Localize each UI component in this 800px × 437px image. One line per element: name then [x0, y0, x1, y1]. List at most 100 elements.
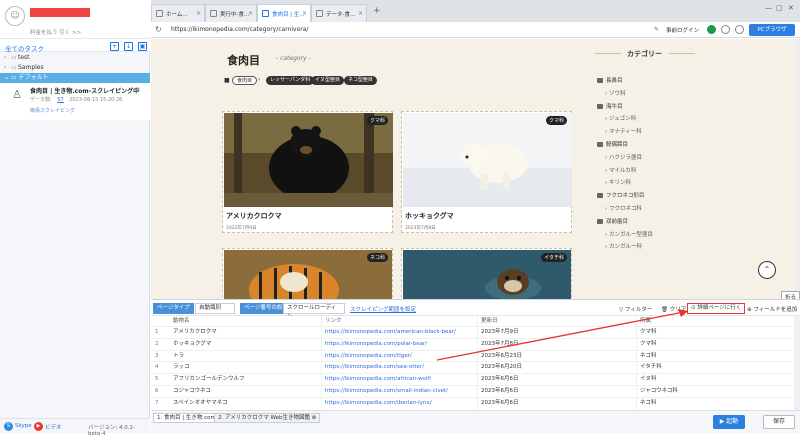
url-input[interactable]: https://ikimonopedia.com/category/carniv… — [171, 26, 308, 33]
category-item[interactable]: 双前歯目 — [597, 217, 628, 227]
polar-bear-image — [403, 113, 572, 207]
page-icon — [316, 10, 323, 17]
category-item[interactable]: 鯨偶蹄目 — [597, 140, 628, 150]
tree-item-samples[interactable]: › ▭Samples — [0, 62, 150, 73]
tree-item-default[interactable]: ⌄ ▭ デフォルト — [0, 73, 150, 83]
address-bar: ↻ https://ikimonopedia.com/category/carn… — [151, 22, 800, 38]
settings-icon[interactable] — [721, 25, 730, 34]
fold-button[interactable]: 折る — [781, 291, 800, 299]
status-icon[interactable] — [707, 25, 716, 34]
task-mode: 簡易スクレイピング — [30, 108, 76, 114]
breadcrumb-lesser-panda[interactable]: レッサーパンダ科 — [266, 76, 315, 85]
minimize-icon[interactable]: — — [765, 4, 772, 12]
start-button[interactable]: ▶ 起動 — [713, 415, 745, 429]
table-row[interactable]: 6 コジャコウネコ https://ikimonopedia.com/small-i… — [151, 385, 800, 396]
cell-link: https://ikimonopedia.com/polar-bear/ — [325, 340, 428, 347]
cell-name: スペインオオヤマネコ — [173, 399, 228, 406]
scrape-range-link[interactable]: スクレイピング範囲を設定 — [350, 305, 416, 313]
folder-icon — [597, 103, 603, 109]
close-window-icon[interactable]: ✕ — [788, 4, 794, 12]
refresh-icon[interactable]: ↻ — [155, 25, 162, 34]
breadcrumb-carnivora[interactable]: 食肉目 — [232, 76, 258, 85]
tab-carnivora[interactable]: 食肉目 | 生... × — [257, 4, 311, 22]
maximize-icon[interactable]: ▢ — [776, 4, 783, 12]
close-icon[interactable]: × — [196, 10, 201, 17]
new-tab-icon[interactable]: + — [373, 6, 381, 16]
category-item[interactable]: 海牛目 — [597, 102, 623, 112]
cell-n: 7 — [155, 399, 159, 406]
close-icon[interactable]: × — [302, 10, 307, 17]
page-tab-2[interactable]: 2. アメリカクロクマ Web生き物図鑑 ⊗ — [214, 413, 321, 423]
category-sub-item[interactable]: › ゾウ科 — [605, 89, 625, 99]
task-card[interactable]: ♙ 食肉目 | 生き物.com-スクレイピング中 × データ数: 57 2023… — [0, 83, 150, 120]
breadcrumb-caniformia[interactable]: イヌ型亜目 — [311, 76, 345, 85]
avatar[interactable]: ☺ — [5, 6, 25, 26]
page-icon — [210, 10, 217, 17]
scroll-to-top-icon[interactable]: ⌃ — [758, 261, 776, 279]
article-card[interactable]: ネコ科 — [222, 248, 393, 299]
article-date: 2023年7月8日 — [405, 226, 436, 231]
category-tag[interactable]: クマ科 — [366, 116, 388, 125]
black-bear-image — [224, 113, 393, 207]
save-button[interactable]: 保存 — [763, 415, 795, 429]
category-tag[interactable]: クマ科 — [545, 116, 567, 125]
article-title[interactable]: ホッキョクグマ — [405, 211, 454, 221]
page-tab-1[interactable]: 1. 食肉目 | 生き物.com — [153, 413, 220, 423]
close-icon[interactable]: × — [358, 10, 363, 17]
close-icon[interactable]: × — [248, 10, 253, 17]
category-sub-item[interactable]: › キリン科 — [605, 178, 631, 188]
table-row[interactable]: 7 スペインオオヤマネコ https://ikimonopedia.com/iber… — [151, 396, 800, 408]
skype-icon[interactable]: S — [4, 422, 13, 431]
page-tabs-bar: 1. 食肉目 | 生き物.com 2. アメリカクロクマ Web生き物図鑑 ⊗ … — [151, 410, 800, 433]
article-title[interactable]: アメリカクロクマ — [226, 211, 282, 221]
cell-n: 2 — [155, 340, 159, 347]
breadcrumb-feliformia[interactable]: ネコ型亜目 — [344, 76, 377, 85]
category-sub-item[interactable]: › マイルカ科 — [605, 166, 636, 176]
page-type-label: ページタイプ — [153, 303, 194, 314]
close-icon[interactable]: ⊗ — [310, 415, 317, 421]
category-sub-item[interactable]: › マナティー科 — [605, 127, 642, 137]
video-icon[interactable]: ▶ — [34, 422, 43, 431]
page-type-select[interactable]: 自動識別 — [195, 303, 235, 314]
close-icon[interactable]: × — [136, 86, 141, 93]
article-card[interactable]: イタチ科 — [401, 248, 572, 299]
tab-data[interactable]: データ-食... × — [311, 4, 367, 22]
browser-mode-select[interactable]: PCブラウザ — [749, 24, 795, 36]
cell-name: ラッコ — [173, 364, 190, 371]
page-scrollbar[interactable] — [794, 39, 800, 299]
category-item[interactable]: フクロネコ形目 — [597, 191, 644, 201]
category-sub-item[interactable]: › ジュゴン科 — [605, 114, 636, 124]
cell-name: トラ — [173, 352, 185, 359]
task-title: 食肉目 | 生き物.com-スクレイピング中 — [30, 88, 140, 95]
new-task-icon[interactable]: + — [110, 42, 119, 51]
pre-login-button[interactable]: 事前ログイン — [666, 26, 699, 34]
tab-running[interactable]: 実行中-食... × — [205, 4, 257, 22]
plan-link[interactable]: 料金を払う 引く >> — [30, 28, 81, 36]
column-header[interactable]: 動物名 — [173, 316, 190, 326]
new-folder-icon[interactable]: ▣ — [138, 42, 147, 51]
browser-tabbar: ホーム... × 実行中-食... × 食肉目 | 生... × データ-食... × … — [151, 0, 800, 22]
folder-icon — [597, 193, 603, 199]
article-card[interactable]: クマ科 アメリカクロクマ 2023年7月9日 — [222, 111, 393, 233]
category-sub-item[interactable]: › フクロネコ科 — [605, 204, 642, 214]
table-row[interactable]: 5 アフリカンゴールデンウルフ https://ikimonopedia.com/a… — [151, 373, 800, 384]
category-tag[interactable]: ネコ科 — [367, 253, 388, 262]
category-sub-item[interactable]: › カンガルー型亜目 — [605, 230, 653, 240]
folder-icon — [597, 78, 603, 83]
skype-link[interactable]: Skype — [15, 423, 32, 429]
cell-date: 2023年6月6日 — [481, 399, 519, 406]
video-link[interactable]: ビデオ — [45, 423, 62, 431]
category-item[interactable]: 長鼻目 — [597, 76, 623, 86]
data-count-link[interactable]: 57 — [57, 97, 63, 103]
tab-home[interactable]: ホーム... × — [151, 4, 205, 22]
edit-icon[interactable]: ✎ — [654, 26, 659, 33]
page-turn-select[interactable]: スクロールローディン — [283, 303, 345, 320]
cell-link: https://ikimonopedia.com/iberian-lynx/ — [325, 399, 432, 406]
article-card[interactable]: クマ科 ホッキョクグマ 2023年7月8日 — [401, 111, 572, 233]
user-agent-icon[interactable] — [735, 25, 744, 34]
category-sub-item[interactable]: › カンガルー科 — [605, 242, 642, 252]
category-sub-item[interactable]: › ハクジラ亜目 — [605, 153, 642, 163]
column-header[interactable]: リンク — [325, 316, 342, 326]
category-tag[interactable]: イタチ科 — [541, 253, 567, 262]
import-icon[interactable]: ↓ — [124, 42, 133, 51]
